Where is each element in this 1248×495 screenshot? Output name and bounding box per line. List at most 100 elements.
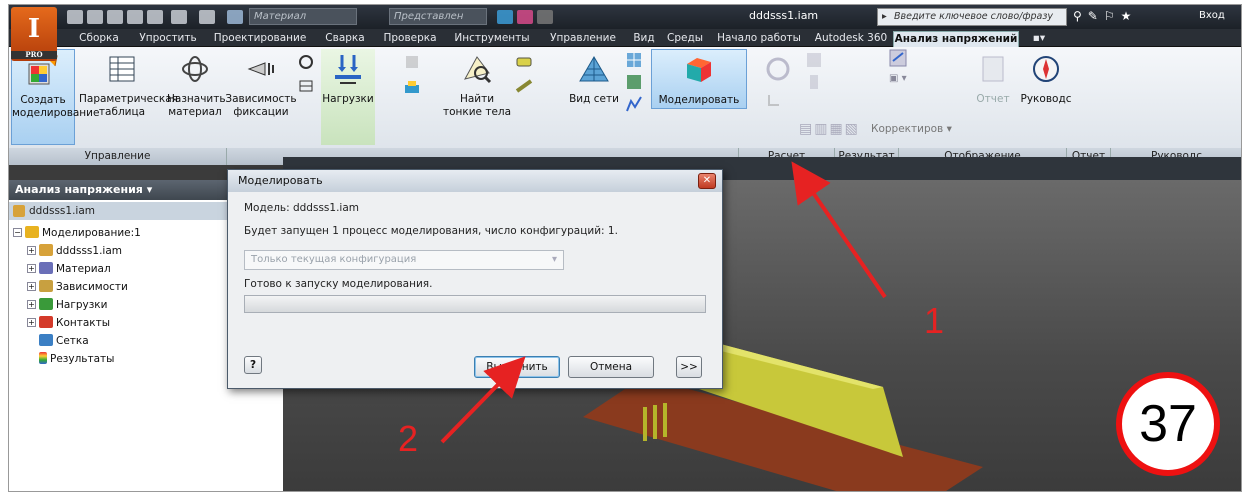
constraint-icon [247, 62, 274, 76]
mesh-settings-icon[interactable] [625, 51, 643, 69]
configuration-select[interactable]: Только текущая конфигурация ▾ [244, 250, 564, 270]
guide-button[interactable]: Руководс [1015, 53, 1077, 106]
fx-icon[interactable] [537, 10, 553, 24]
shell-icon[interactable] [515, 53, 533, 71]
tree-label: Моделирование:1 [42, 227, 141, 239]
contacts-icon[interactable] [403, 53, 421, 71]
color-icon[interactable] [497, 10, 513, 24]
local-mesh-icon[interactable] [625, 73, 643, 91]
expand-icon[interactable]: + [27, 318, 36, 327]
pin-constraint-icon[interactable] [297, 53, 315, 71]
midsurface-icon[interactable] [515, 77, 533, 95]
tab-stress-analysis[interactable]: Анализ напряжений [893, 31, 1019, 47]
redo-icon[interactable] [147, 10, 163, 24]
undo-icon[interactable] [127, 10, 143, 24]
tree-item-simulation[interactable]: − Моделирование:1 [13, 226, 141, 240]
close-icon[interactable]: ✕ [698, 173, 716, 189]
clear-icon[interactable] [517, 10, 533, 24]
measure-icon[interactable] [227, 10, 243, 24]
report-button[interactable]: Отчет [973, 53, 1013, 106]
tree-item-contacts[interactable]: + Контакты [27, 316, 110, 330]
app-logo[interactable]: I PRO [11, 7, 57, 61]
fixed-constraint-button[interactable]: Зависимость фиксации [225, 53, 297, 119]
tab-design[interactable]: Проектирование [207, 31, 313, 47]
report-label: Отчет [976, 93, 1010, 105]
model-line: Модель: dddsss1.iam [244, 202, 359, 214]
mesh-view-icon [579, 56, 609, 82]
select-icon[interactable] [171, 10, 187, 24]
mesh-view-button[interactable]: Вид сети [565, 53, 623, 106]
tab-tools[interactable]: Инструменты [447, 31, 537, 47]
info-line: Будет запущен 1 процесс моделирования, ч… [244, 225, 618, 237]
tab-environments[interactable]: Среды [663, 31, 707, 47]
tree-item-assembly[interactable]: + dddsss1.iam [27, 244, 122, 258]
update-icon[interactable] [199, 10, 215, 24]
color-bar-icon[interactable] [889, 49, 907, 67]
display-options-icon[interactable]: ▣ ▾ [889, 73, 907, 84]
create-simulation-button[interactable]: Создать моделирование [11, 49, 100, 145]
expand-icon[interactable]: + [27, 282, 36, 291]
assembly-icon [39, 244, 53, 256]
tree-item-results[interactable]: Результаты [39, 352, 114, 366]
simulation-icon [25, 226, 39, 238]
tree-label: Контакты [56, 317, 111, 329]
material-icon [182, 56, 208, 82]
tab-autodesk360[interactable]: Autodesk 360 [813, 31, 889, 47]
auto-contacts-icon[interactable] [403, 79, 421, 97]
tree-item-mesh[interactable]: Сетка [39, 334, 89, 348]
tab-manage[interactable]: Управление [539, 31, 627, 47]
result-scale-icon[interactable] [805, 73, 823, 91]
expand-icon[interactable]: + [27, 264, 36, 273]
tree-item-loads[interactable]: + Нагрузки [27, 298, 107, 312]
tab-inspect[interactable]: Проверка [375, 31, 445, 47]
step-number-2: 2 [398, 418, 419, 459]
help-icons[interactable]: ⚲✎⚐★ [1073, 9, 1137, 23]
parametric-table-button[interactable]: Параметрическая таблица [79, 53, 178, 119]
expand-icon[interactable]: + [27, 300, 36, 309]
loads-icon [39, 298, 53, 310]
find-thin-icon [464, 56, 492, 84]
cancel-button[interactable]: Отмена [568, 356, 654, 378]
signin-link[interactable]: Вход [1199, 10, 1225, 21]
convergence-icon[interactable] [625, 95, 643, 113]
assign-material-button[interactable]: Назначить материал [167, 53, 226, 119]
compass-icon [1033, 56, 1059, 82]
collapse-icon[interactable]: − [13, 228, 22, 237]
tab-weld[interactable]: Сварка [317, 31, 373, 47]
tree-label: Материал [56, 263, 111, 275]
tab-assembly[interactable]: Сборка [67, 31, 131, 47]
help-button[interactable]: ? [244, 356, 262, 374]
save-icon[interactable] [107, 10, 123, 24]
tab-extra[interactable]: ▪▾ [1029, 31, 1049, 47]
more-options-button[interactable]: >> [676, 356, 702, 378]
dialog-title: Моделировать [228, 170, 722, 192]
create-simulation-label: Создать моделирование [12, 94, 100, 119]
tab-getting-started[interactable]: Начало работы [709, 31, 809, 47]
find-thin-bodies-button[interactable]: Найти тонкие тела [439, 53, 515, 119]
search-input[interactable]: Введите ключевое слово/фразу [877, 8, 1067, 26]
tab-view[interactable]: Вид [629, 31, 659, 47]
adjust-scale-dropdown[interactable]: Корректиров ▾ [871, 123, 952, 135]
tab-simplify[interactable]: Упростить [131, 31, 205, 47]
result-grid-icon[interactable] [805, 51, 823, 69]
tree-item-material[interactable]: + Материал [27, 262, 111, 276]
contacts-icon [39, 316, 53, 328]
simulate-dialog: Моделировать ✕ Модель: dddsss1.iam Будет… [227, 169, 723, 389]
simulate-button[interactable]: Моделировать [651, 49, 747, 109]
loads-button[interactable]: Нагрузки [321, 49, 375, 145]
appearance-field[interactable]: Представлен [389, 8, 487, 25]
expand-icon[interactable]: + [27, 246, 36, 255]
display-tools-icons[interactable]: ▤▥▦▧ [799, 121, 860, 137]
new-icon[interactable] [67, 10, 83, 24]
open-icon[interactable] [87, 10, 103, 24]
probe-icon[interactable] [765, 91, 783, 109]
frictionless-constraint-icon[interactable] [297, 77, 315, 95]
inventor-window: Материал Представлен dddsss1.iam Введите… [8, 4, 1242, 492]
animate-button[interactable] [761, 53, 795, 93]
fixed-constraint-label: Зависимость фиксации [225, 93, 297, 118]
run-button[interactable]: Выполнить [474, 356, 560, 378]
tree-label: Зависимости [56, 281, 128, 293]
configuration-value: Только текущая конфигурация [251, 254, 417, 265]
tree-item-constraints[interactable]: + Зависимости [27, 280, 128, 294]
material-field[interactable]: Материал [249, 8, 357, 25]
